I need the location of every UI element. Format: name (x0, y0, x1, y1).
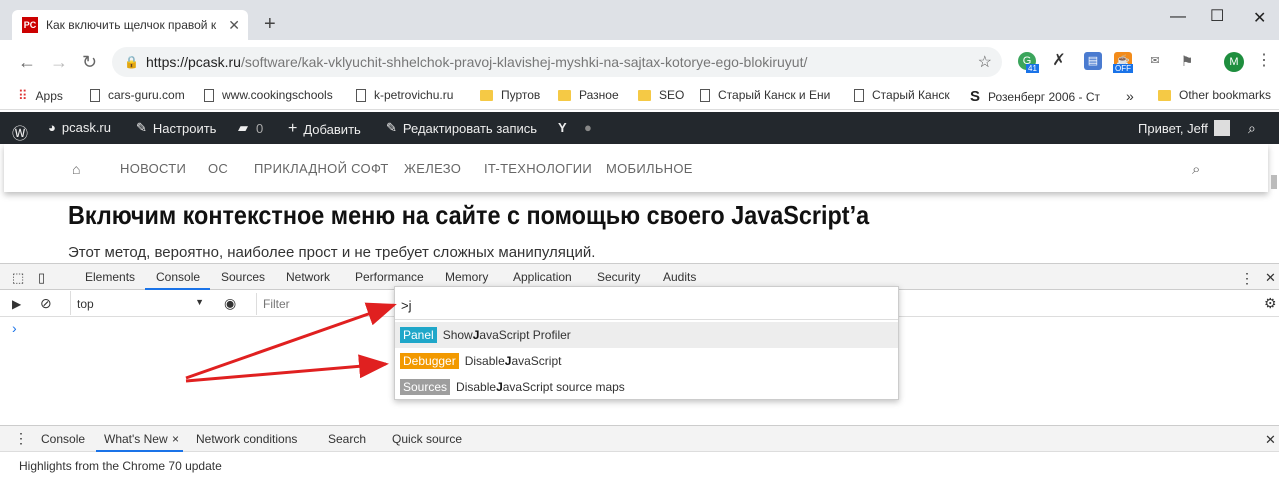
annotation-arrows (185, 302, 397, 383)
